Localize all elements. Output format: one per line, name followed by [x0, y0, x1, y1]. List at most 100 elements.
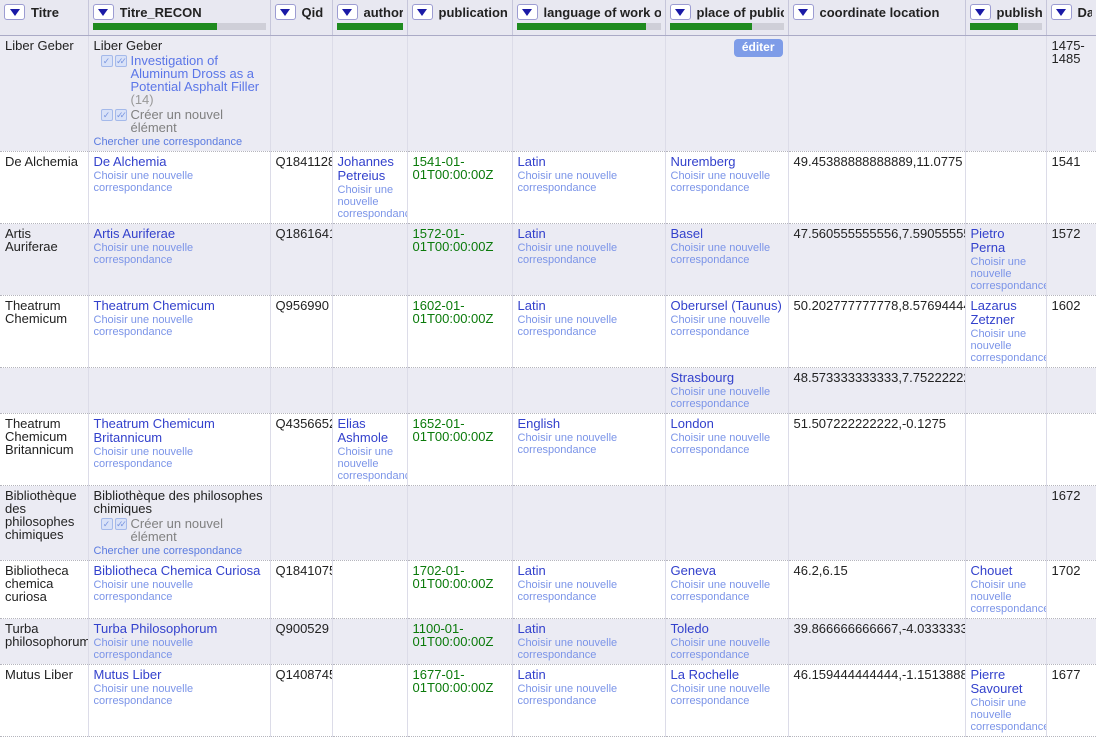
- matched-entity-link[interactable]: Nuremberg: [671, 155, 783, 169]
- column-menu-button-date[interactable]: [1051, 4, 1072, 20]
- column-menu-button-language[interactable]: [517, 4, 538, 20]
- choose-new-match-link[interactable]: Choisir une nouvelle correspondance: [518, 579, 660, 603]
- matched-entity-link[interactable]: La Rochelle: [671, 668, 783, 682]
- choose-new-match-link[interactable]: Choisir une nouvelle correspondance: [94, 637, 265, 661]
- column-menu-button-titre[interactable]: [4, 4, 25, 20]
- cell-qid: Q18410753: [270, 560, 332, 618]
- reconciliation-progress-bar: [93, 23, 266, 30]
- matched-entity-link[interactable]: Oberursel (Taunus): [671, 299, 783, 313]
- choose-new-match-link[interactable]: Choisir une nouvelle correspondance: [971, 579, 1041, 615]
- edit-cell-button[interactable]: éditer: [734, 39, 783, 57]
- matched-entity-link[interactable]: Artis Auriferae: [94, 227, 265, 241]
- column-header-label: language of work or name: [544, 5, 661, 20]
- column-header-language: language of work or name: [512, 0, 665, 35]
- cell-date-value: 1100-01-01T00:00:00Z: [413, 622, 507, 648]
- match-all-identical-cells-icon[interactable]: ✓✓: [115, 518, 127, 530]
- match-this-cell-icon[interactable]: ✓: [101, 55, 113, 67]
- matched-entity-link[interactable]: Toledo: [671, 622, 783, 636]
- choose-new-match-link[interactable]: Choisir une nouvelle correspondance: [518, 637, 660, 661]
- column-menu-button-author[interactable]: [337, 4, 358, 20]
- column-menu-button-qid[interactable]: [275, 4, 296, 20]
- matched-entity-link[interactable]: Strasbourg: [671, 371, 783, 385]
- choose-new-match-link[interactable]: Choisir une nouvelle correspondance: [671, 637, 783, 661]
- cell-place: ToledoChoisir une nouvelle correspondanc…: [665, 618, 788, 664]
- choose-new-match-link[interactable]: Choisir une nouvelle correspondance: [671, 683, 783, 707]
- cell-text: Theatrum Chemicum: [5, 299, 83, 325]
- choose-new-match-link[interactable]: Choisir une nouvelle correspondance: [671, 170, 783, 194]
- matched-entity-link[interactable]: Elias Ashmole: [338, 417, 402, 445]
- cell-text: De Alchemia: [5, 155, 83, 168]
- column-menu-button-place[interactable]: [670, 4, 691, 20]
- choose-new-match-link[interactable]: Choisir une nouvelle correspondance: [671, 242, 783, 266]
- cell-date-value: 1572-01-01T00:00:00Z: [413, 227, 507, 253]
- choose-new-match-link[interactable]: Choisir une nouvelle correspondance: [518, 242, 660, 266]
- matched-entity-link[interactable]: Pietro Perna: [971, 227, 1041, 255]
- cell-place: Oberursel (Taunus)Choisir une nouvelle c…: [665, 295, 788, 367]
- cell-text: Turba philosophorum: [5, 622, 83, 648]
- matched-entity-link[interactable]: Latin: [518, 668, 660, 682]
- matched-entity-link[interactable]: Theatrum Chemicum: [94, 299, 265, 313]
- cell-language: LatinChoisir une nouvelle correspondance: [512, 618, 665, 664]
- choose-new-match-link[interactable]: Choisir une nouvelle correspondance: [671, 386, 783, 410]
- match-this-cell-icon[interactable]: ✓: [101, 109, 113, 121]
- column-header-author: author: [332, 0, 407, 35]
- matched-entity-link[interactable]: Pierre Savouret: [971, 668, 1041, 696]
- cell-text: Theatrum Chemicum Britannicum: [5, 417, 83, 456]
- choose-new-match-link[interactable]: Choisir une nouvelle correspondance: [94, 170, 265, 194]
- cell-place: NurembergChoisir une nouvelle correspond…: [665, 151, 788, 223]
- choose-new-match-link[interactable]: Choisir une nouvelle correspondance: [94, 314, 265, 338]
- matched-entity-link[interactable]: Basel: [671, 227, 783, 241]
- cell-publisher: Pierre SavouretChoisir une nouvelle corr…: [965, 664, 1046, 736]
- search-match-link[interactable]: Chercher une correspondance: [94, 545, 243, 557]
- matched-entity-link[interactable]: London: [671, 417, 783, 431]
- choose-new-match-link[interactable]: Choisir une nouvelle correspondance: [518, 683, 660, 707]
- cell-language: LatinChoisir une nouvelle correspondance: [512, 223, 665, 295]
- choose-new-match-link[interactable]: Choisir une nouvelle correspondance: [671, 314, 783, 338]
- matched-entity-link[interactable]: Bibliotheca Chemica Curiosa: [94, 564, 265, 578]
- choose-new-match-link[interactable]: Choisir une nouvelle correspondance: [338, 184, 402, 220]
- choose-new-match-link[interactable]: Choisir une nouvelle correspondance: [971, 328, 1041, 364]
- column-menu-button-titre_recon[interactable]: [93, 4, 114, 20]
- choose-new-match-link[interactable]: Choisir une nouvelle correspondance: [94, 242, 265, 266]
- matched-entity-link[interactable]: English: [518, 417, 660, 431]
- choose-new-match-link[interactable]: Choisir une nouvelle correspondance: [94, 446, 265, 470]
- cell-text: Q18410753: [276, 564, 327, 577]
- cell-titre: Artis Auriferae: [0, 223, 88, 295]
- cell-coordinate: 51.507222222222,-0.1275: [788, 413, 965, 485]
- choose-new-match-link[interactable]: Choisir une nouvelle correspondance: [671, 432, 783, 456]
- matched-entity-link[interactable]: Johannes Petreius: [338, 155, 402, 183]
- column-menu-button-publisher[interactable]: [970, 4, 991, 20]
- choose-new-match-link[interactable]: Choisir une nouvelle correspondance: [94, 579, 265, 603]
- matched-entity-link[interactable]: Theatrum Chemicum Britannicum: [94, 417, 265, 445]
- matched-entity-link[interactable]: Lazarus Zetzner: [971, 299, 1041, 327]
- choose-new-match-link[interactable]: Choisir une nouvelle correspondance: [94, 683, 265, 707]
- choose-new-match-link[interactable]: Choisir une nouvelle correspondance: [338, 446, 402, 482]
- matched-entity-link[interactable]: Mutus Liber: [94, 668, 265, 682]
- matched-entity-link[interactable]: Latin: [518, 299, 660, 313]
- choose-new-match-link[interactable]: Choisir une nouvelle correspondance: [518, 314, 660, 338]
- choose-new-match-link[interactable]: Choisir une nouvelle correspondance: [971, 697, 1041, 733]
- match-all-identical-cells-icon[interactable]: ✓✓: [115, 109, 127, 121]
- matched-entity-link[interactable]: Latin: [518, 155, 660, 169]
- matched-entity-link[interactable]: Latin: [518, 622, 660, 636]
- choose-new-match-link[interactable]: Choisir une nouvelle correspondance: [671, 579, 783, 603]
- search-match-link[interactable]: Chercher une correspondance: [94, 136, 243, 148]
- reconciliation-progress-bar: [670, 23, 784, 30]
- matched-entity-link[interactable]: Geneva: [671, 564, 783, 578]
- matched-entity-link[interactable]: Chouet: [971, 564, 1041, 578]
- match-all-identical-cells-icon[interactable]: ✓✓: [115, 55, 127, 67]
- choose-new-match-link[interactable]: Choisir une nouvelle correspondance: [971, 256, 1041, 292]
- column-menu-button-publication_date[interactable]: [412, 4, 433, 20]
- match-this-cell-icon[interactable]: ✓: [101, 518, 113, 530]
- matched-entity-link[interactable]: Latin: [518, 227, 660, 241]
- choose-new-match-link[interactable]: Choisir une nouvelle correspondance: [518, 432, 660, 456]
- matched-entity-link[interactable]: Latin: [518, 564, 660, 578]
- matched-entity-link[interactable]: Turba Philosophorum: [94, 622, 265, 636]
- choose-new-match-link[interactable]: Choisir une nouvelle correspondance: [518, 170, 660, 194]
- column-menu-button-coordinate[interactable]: [793, 4, 814, 20]
- candidate-link[interactable]: Investigation of Aluminum Dross as a Pot…: [131, 53, 260, 94]
- cell-coordinate: 47.560555555556,7.5905555555556: [788, 223, 965, 295]
- cell-titre: Mutus Liber: [0, 664, 88, 736]
- table-row: Bibliotheca chemica curiosaBibliotheca C…: [0, 560, 1096, 618]
- matched-entity-link[interactable]: De Alchemia: [94, 155, 265, 169]
